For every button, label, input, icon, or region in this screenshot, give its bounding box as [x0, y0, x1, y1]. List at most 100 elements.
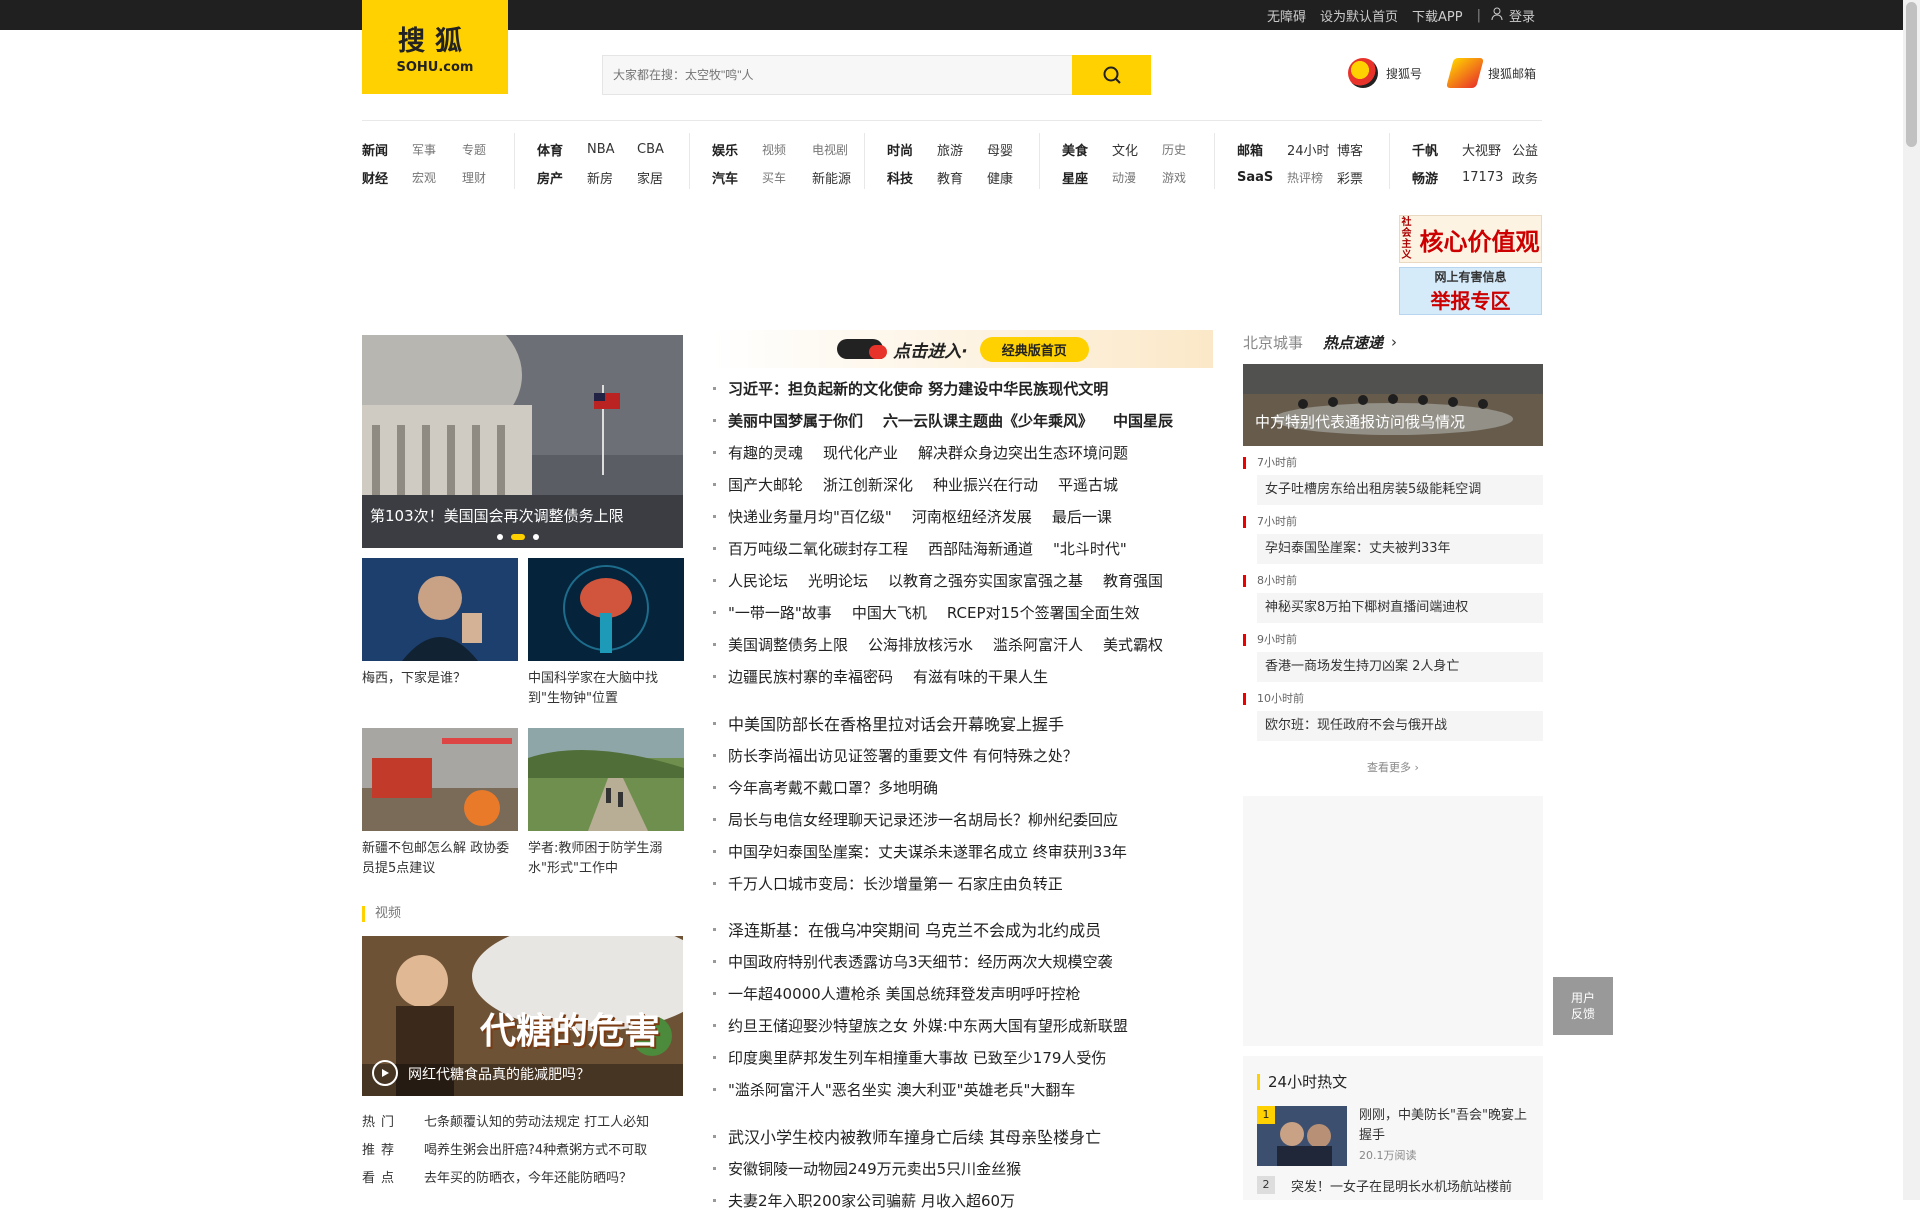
carousel-dots[interactable] — [497, 534, 539, 540]
nav-link[interactable]: 科技 — [887, 168, 937, 187]
news-link[interactable]: 解决群众身边突出生态环境问题 — [918, 442, 1128, 463]
nav-link[interactable]: 娱乐 — [712, 140, 762, 159]
nav-link[interactable]: 军事 — [412, 141, 462, 158]
nav-link[interactable]: 体育 — [537, 140, 587, 159]
hot-24h-item-title[interactable]: 刚刚，中美防长"吾会"晚宴上握手 — [1359, 1106, 1529, 1146]
timeline-title[interactable]: 香港一商场发生持刀凶案 2人身亡 — [1257, 652, 1543, 682]
nav-link[interactable]: 畅游 — [1412, 168, 1462, 187]
news-link[interactable]: "北斗时代" — [1053, 538, 1127, 559]
scrollbar-thumb[interactable] — [1906, 2, 1917, 147]
user-icon[interactable] — [1491, 7, 1503, 24]
nav-link[interactable]: 24小时 — [1287, 140, 1337, 159]
news-link[interactable]: 以教育之强夯实国家富强之基 — [888, 570, 1083, 591]
nav-link[interactable]: 星座 — [1062, 168, 1112, 187]
nav-link[interactable]: 房产 — [537, 168, 587, 187]
nav-link[interactable]: 电视剧 — [812, 141, 862, 158]
chevron-right-icon[interactable]: › — [1391, 333, 1397, 351]
timeline-title[interactable]: 神秘买家8万拍下椰树直播间端迪权 — [1257, 593, 1543, 623]
news-link[interactable]: 泽连斯基：在俄乌冲突期间 乌克兰不会成为北约成员 — [728, 917, 1101, 941]
sohu-mail-link[interactable]: 搜狐邮箱 — [1488, 65, 1536, 82]
nav-link[interactable]: 理财 — [462, 169, 512, 186]
nav-link[interactable]: CBA — [637, 142, 687, 157]
news-link[interactable]: 百万吨级二氧化碳封存工程 — [728, 538, 908, 559]
news-link[interactable]: 有滋有味的干果人生 — [913, 666, 1048, 687]
classic-home-banner[interactable]: 点击进入· 经典版首页 — [713, 330, 1213, 368]
timeline-item[interactable]: 8小时前 神秘买家8万拍下椰树直播间端迪权 — [1243, 574, 1543, 623]
nav-link[interactable]: 公益 — [1512, 140, 1562, 159]
nav-link[interactable]: 财经 — [362, 168, 412, 187]
news-link[interactable]: 美丽中国梦属于你们 — [728, 410, 863, 431]
news-link[interactable]: 公海排放核污水 — [868, 634, 973, 655]
hot-list-row[interactable]: 热门 七条颠覆认知的劳动法规定 打工人必知 — [362, 1106, 683, 1134]
news-card-title[interactable]: 梅西，下家是谁？ — [362, 669, 518, 689]
news-link[interactable]: 六一云队课主题曲《少年乘风》 — [883, 410, 1093, 431]
sohu-hao-link[interactable]: 搜狐号 — [1386, 65, 1422, 82]
feedback-button[interactable]: 用户 反馈 — [1553, 977, 1613, 1035]
hot-title[interactable]: 七条颠覆认知的劳动法规定 打工人必知 — [424, 1111, 649, 1130]
nav-link[interactable]: 博客 — [1337, 140, 1387, 159]
news-link[interactable]: 千万人口城市变局：长沙增量第一 石家庄由负转正 — [728, 873, 1063, 894]
news-link[interactable]: "一带一路"故事 — [728, 602, 832, 623]
video-card[interactable]: 代糖的危害 网红代糖食品真的能减肥吗？ — [362, 936, 683, 1096]
news-link[interactable]: 武汉小学生校内被教师车撞身亡后续 其母亲坠楼身亡 — [728, 1124, 1101, 1148]
news-link[interactable]: 平遥古城 — [1058, 474, 1118, 495]
nav-link[interactable]: 教育 — [937, 168, 987, 187]
video-section-title[interactable]: 视频 — [362, 906, 401, 922]
news-card[interactable]: 中国科学家在大脑中找到"生物钟"位置 — [528, 558, 684, 709]
nav-link[interactable]: 时尚 — [887, 140, 937, 159]
nav-link[interactable]: 彩票 — [1337, 168, 1387, 187]
timeline-title[interactable]: 女子吐槽房东给出租房装5级能耗空调 — [1257, 475, 1543, 505]
news-link[interactable]: 一年超40000人遭枪杀 美国总统拜登发声明呼吁控枪 — [728, 983, 1081, 1004]
news-link[interactable]: 安徽铜陵一动物园249万元卖出5只川金丝猴 — [728, 1158, 1021, 1179]
nav-link[interactable]: 视频 — [762, 141, 812, 158]
nav-link[interactable]: 宏观 — [412, 169, 462, 186]
nav-link[interactable]: 动漫 — [1112, 169, 1162, 186]
search-button[interactable] — [1072, 55, 1151, 95]
login-link[interactable]: 登录 — [1509, 6, 1535, 25]
news-card[interactable]: 学者:教师困于防学生溺水"形式"工作中 — [528, 728, 684, 879]
timeline-item[interactable]: 7小时前 孕妇泰国坠崖案：丈夫被判33年 — [1243, 515, 1543, 564]
news-link[interactable]: 教育强国 — [1103, 570, 1163, 591]
city-tab[interactable]: 北京城事 — [1243, 332, 1303, 353]
news-link[interactable]: "滥杀阿富汗人"恶名坐实 澳大利亚"英雄老兵"大翻车 — [728, 1079, 1075, 1100]
hot-title[interactable]: 去年买的防晒衣，今年还能防晒吗？ — [424, 1167, 632, 1186]
news-link[interactable]: 浙江创新深化 — [823, 474, 913, 495]
nav-link[interactable]: 美食 — [1062, 140, 1112, 159]
hot-title[interactable]: 喝养生粥会出肝癌?4种煮粥方式不可取 — [424, 1139, 647, 1158]
news-link[interactable]: 中国星辰 — [1113, 410, 1173, 431]
news-link[interactable]: 习近平：担负起新的文化使命 努力建设中华民族现代文明 — [728, 378, 1108, 399]
news-card[interactable]: 梅西，下家是谁？ — [362, 558, 518, 689]
news-link[interactable]: 美式霸权 — [1103, 634, 1163, 655]
nav-link[interactable]: 家居 — [637, 168, 687, 187]
nav-link[interactable]: 健康 — [987, 168, 1037, 187]
nav-link[interactable]: 新能源 — [812, 168, 862, 187]
nav-link[interactable]: 千帆 — [1412, 140, 1462, 159]
focus-caption[interactable]: 第103次！美国国会再次调整债务上限 — [370, 505, 624, 526]
news-link[interactable]: 西部陆海新通道 — [928, 538, 1033, 559]
nav-link[interactable]: 旅游 — [937, 140, 987, 159]
timeline-title[interactable]: 孕妇泰国坠崖案：丈夫被判33年 — [1257, 534, 1543, 564]
nav-link[interactable]: 热评榜 — [1287, 169, 1337, 186]
nav-link[interactable]: 17173 — [1462, 170, 1512, 185]
hot-list-row[interactable]: 看点 去年买的防晒衣，今年还能防晒吗？ — [362, 1162, 683, 1190]
news-link[interactable]: 边疆民族村寨的幸福密码 — [728, 666, 893, 687]
news-card-title[interactable]: 中国科学家在大脑中找到"生物钟"位置 — [528, 669, 684, 709]
news-link[interactable]: 中美国防部长在香格里拉对话会开幕晚宴上握手 — [728, 711, 1064, 735]
news-link[interactable]: 最后一课 — [1052, 506, 1112, 527]
hot-24h-item-title[interactable]: 突发！一女子在昆明长水机场航站楼前 — [1291, 1176, 1512, 1195]
news-link[interactable]: 河南枢纽经济发展 — [912, 506, 1032, 527]
report-banner[interactable]: 网上有害信息 举报专区 — [1399, 267, 1542, 315]
timeline-item[interactable]: 7小时前 女子吐槽房东给出租房装5级能耗空调 — [1243, 456, 1543, 505]
timeline-item[interactable]: 10小时前 欧尔班：现任政府不会与俄开战 — [1243, 692, 1543, 741]
news-link[interactable]: 约旦王储迎娶沙特望族之女 外媒:中东两大国有望形成新联盟 — [728, 1015, 1128, 1036]
nav-link[interactable]: 专题 — [462, 141, 512, 158]
right-headline-caption[interactable]: 中方特别代表通报访问俄乌情况 — [1255, 411, 1465, 432]
nav-link[interactable]: 新闻 — [362, 140, 412, 159]
hot-24h-item[interactable]: 1 刚刚，中美防长"吾会"晚宴上握手 20.1万阅读 — [1257, 1106, 1529, 1166]
accessibility-link[interactable]: 无障碍 — [1267, 6, 1306, 25]
nav-link[interactable]: 文化 — [1112, 140, 1162, 159]
news-link[interactable]: 有趣的灵魂 — [728, 442, 803, 463]
nav-link[interactable]: 母婴 — [987, 140, 1037, 159]
news-link[interactable]: 光明论坛 — [808, 570, 868, 591]
set-home-link[interactable]: 设为默认首页 — [1320, 6, 1398, 25]
